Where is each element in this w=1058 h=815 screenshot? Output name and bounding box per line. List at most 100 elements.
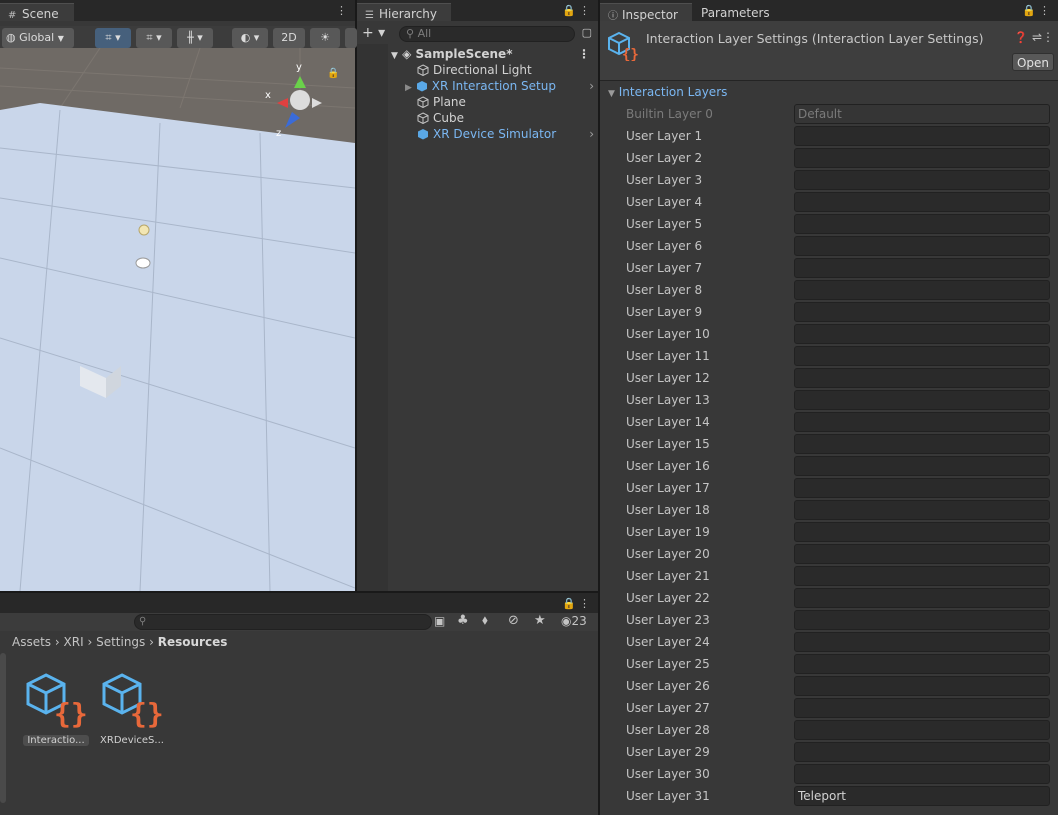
layer-name-field[interactable]: [794, 720, 1050, 740]
layer-name-field[interactable]: [794, 368, 1050, 388]
tab-scene[interactable]: # Scene: [0, 3, 74, 21]
filter-by-type-icon[interactable]: ♣: [457, 613, 469, 628]
layer-name-field[interactable]: Teleport: [794, 786, 1050, 806]
filter-log-icon[interactable]: ⊘: [508, 613, 519, 628]
breadcrumb-assets[interactable]: Assets: [12, 635, 51, 649]
scene-name: SampleScene*: [415, 47, 513, 61]
layer-name-field[interactable]: [794, 324, 1050, 344]
scene-tabbar: # Scene ⋮: [0, 0, 355, 21]
layer-name-field[interactable]: [794, 258, 1050, 278]
hierarchy-item-cube[interactable]: Cube: [357, 110, 598, 126]
layer-name-field[interactable]: [794, 676, 1050, 696]
layer-name-field[interactable]: [794, 390, 1050, 410]
user-layer-row: User Layer 8: [626, 280, 1050, 300]
hierarchy-item-xr-interaction-setup[interactable]: ▶ XR Interaction Setup ›: [357, 78, 598, 94]
layer-name-field[interactable]: [794, 170, 1050, 190]
scene-root-row[interactable]: ▼ ◈ SampleScene* ⋮: [357, 46, 598, 62]
interaction-layers-foldout[interactable]: ▼ Interaction Layers: [608, 85, 727, 99]
project-menu-icon[interactable]: ⋮: [579, 597, 590, 610]
scene-menu-icon[interactable]: ⋮: [336, 4, 347, 17]
layer-name-field[interactable]: [794, 192, 1050, 212]
layer-name-field[interactable]: [794, 456, 1050, 476]
tab-parameters[interactable]: Parameters: [693, 3, 773, 21]
scene-viewport[interactable]: y x z 🔒: [0, 48, 355, 591]
breadcrumb-settings[interactable]: Settings: [96, 635, 145, 649]
breadcrumb-xri[interactable]: XRI: [64, 635, 84, 649]
layer-name-field[interactable]: [794, 698, 1050, 718]
hierarchy-item-xr-device-simulator[interactable]: XR Device Simulator ›: [357, 126, 598, 142]
tab-hierarchy[interactable]: ☰ Hierarchy: [357, 3, 451, 21]
chevron-right-icon[interactable]: ›: [589, 126, 594, 142]
layer-label: User Layer 25: [626, 657, 710, 671]
help-icon[interactable]: ❓: [1014, 31, 1028, 44]
expand-arrow-icon[interactable]: ▶: [405, 83, 412, 93]
layer-label: User Layer 28: [626, 723, 710, 737]
asset-interaction-layer-settings[interactable]: {} Interactio...: [16, 669, 96, 746]
layer-name-field[interactable]: [794, 500, 1050, 520]
chevron-right-icon[interactable]: ›: [589, 78, 594, 94]
visibility-count[interactable]: ◉23: [561, 614, 587, 628]
draw-mode-button[interactable]: ◐ ▾: [232, 28, 268, 48]
hierarchy-menu-icon[interactable]: ⋮: [579, 4, 590, 17]
layer-name-field[interactable]: [794, 764, 1050, 784]
layer-name-field[interactable]: [794, 632, 1050, 652]
hierarchy-item-plane[interactable]: Plane: [357, 94, 598, 110]
layer-label: User Layer 11: [626, 349, 710, 363]
layer-name-field[interactable]: [794, 214, 1050, 234]
hierarchy-search-input[interactable]: ⚲ All: [399, 26, 575, 42]
increment-snap-button[interactable]: ⌗ ▾: [136, 28, 172, 48]
layer-name-field[interactable]: [794, 126, 1050, 146]
search-by-type-icon[interactable]: ▢: [582, 26, 592, 39]
ruler-button[interactable]: ╫ ▾: [177, 28, 213, 48]
layer-name-field[interactable]: [794, 412, 1050, 432]
layer-name-field[interactable]: [794, 566, 1050, 586]
layer-name-field[interactable]: [794, 280, 1050, 300]
layer-name-field[interactable]: [794, 434, 1050, 454]
layer-name-field[interactable]: [794, 522, 1050, 542]
global-dropdown[interactable]: ◍ Global ▼: [2, 28, 74, 48]
add-object-button[interactable]: + ▾: [362, 25, 385, 41]
project-scrollbar[interactable]: [0, 653, 6, 803]
lighting-toggle-button[interactable]: ☀: [310, 28, 340, 48]
layer-label: User Layer 30: [626, 767, 710, 781]
layer-name-field[interactable]: [794, 302, 1050, 322]
lock-icon[interactable]: 🔒: [327, 67, 339, 79]
inspector-menu-icon[interactable]: ⋮: [1039, 4, 1050, 17]
layer-name-field[interactable]: [794, 478, 1050, 498]
layer-label: Builtin Layer 0: [626, 107, 713, 121]
grid-icon: #: [8, 10, 17, 21]
layer-label: User Layer 21: [626, 569, 710, 583]
lock-icon[interactable]: 🔒: [1022, 4, 1036, 17]
grid-snap-button[interactable]: ⌗ ▾: [95, 28, 131, 48]
presets-icon[interactable]: ⇌: [1032, 30, 1042, 44]
layer-name-field[interactable]: [794, 610, 1050, 630]
project-toolbar: ⚲ ▣ ♣ ⬧ ⊘ ★ ◉23: [0, 613, 598, 631]
lock-icon[interactable]: 🔒: [562, 4, 576, 17]
layer-name-field[interactable]: [794, 346, 1050, 366]
user-layer-row: User Layer 15: [626, 434, 1050, 454]
unity-logo-icon: ◈: [402, 47, 412, 61]
open-button[interactable]: Open: [1012, 53, 1054, 71]
layer-name-field[interactable]: [794, 588, 1050, 608]
tab-scene-label: Scene: [22, 7, 59, 21]
search-options-icon[interactable]: ▣: [434, 614, 445, 628]
asset-xr-device-simulator-settings[interactable]: {} XRDeviceS...: [92, 669, 172, 746]
layer-name-field[interactable]: [794, 654, 1050, 674]
user-layer-row: User Layer 4: [626, 192, 1050, 212]
2d-toggle-button[interactable]: 2D: [273, 28, 305, 48]
layer-name-field[interactable]: [794, 148, 1050, 168]
scene-menu-icon[interactable]: ⋮: [578, 46, 590, 62]
tab-inspector[interactable]: ⓘ Inspector: [600, 3, 692, 22]
lock-icon[interactable]: 🔒: [562, 597, 576, 610]
filter-by-label-icon[interactable]: ⬧: [482, 613, 488, 628]
layer-name-field[interactable]: [794, 544, 1050, 564]
project-search-input[interactable]: ⚲: [134, 614, 432, 630]
favorite-star-icon[interactable]: ★: [534, 613, 546, 628]
hierarchy-item-directional-light[interactable]: Directional Light: [357, 62, 598, 78]
layer-name-field[interactable]: [794, 742, 1050, 762]
component-menu-icon[interactable]: ⋮: [1042, 30, 1054, 44]
audio-toggle-button[interactable]: [345, 28, 357, 48]
breadcrumb-resources[interactable]: Resources: [158, 635, 228, 649]
layer-label: User Layer 13: [626, 393, 710, 407]
layer-name-field[interactable]: [794, 236, 1050, 256]
